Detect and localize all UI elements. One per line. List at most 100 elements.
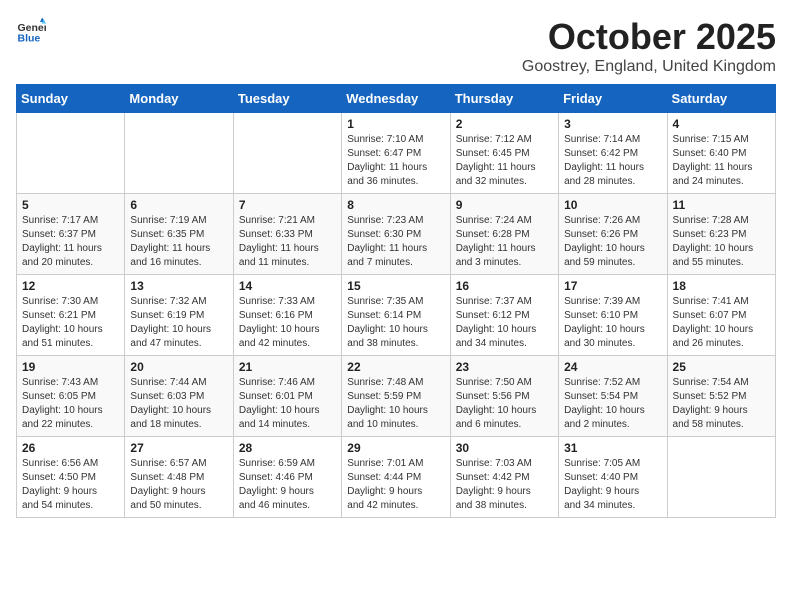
day-number: 12 <box>22 279 119 293</box>
day-number: 6 <box>130 198 227 212</box>
calendar-cell: 22 Sunrise: 7:48 AM Sunset: 5:59 PM Dayli… <box>342 356 450 437</box>
day-info: Sunrise: 7:46 AM Sunset: 6:01 PM Dayligh… <box>239 376 336 432</box>
day-number: 30 <box>456 441 553 455</box>
day-number: 10 <box>564 198 661 212</box>
calendar-cell: 4Sunrise: 7:15 AM Sunset: 6:40 PM Daylig… <box>667 113 775 194</box>
week-row-2: 5 Sunrise: 7:17 AM Sunset: 6:37 PM Daylig… <box>17 194 776 275</box>
calendar-cell: 9Sunrise: 7:24 AM Sunset: 6:28 PM Daylig… <box>450 194 558 275</box>
day-info: Sunrise: 7:54 AM Sunset: 5:52 PM Dayligh… <box>673 376 770 432</box>
day-info: Sunrise: 7:43 AM Sunset: 6:05 PM Dayligh… <box>22 376 119 432</box>
calendar-cell: 19 Sunrise: 7:43 AM Sunset: 6:05 PM Dayli… <box>17 356 125 437</box>
day-info: Sunrise: 7:50 AM Sunset: 5:56 PM Dayligh… <box>456 376 553 432</box>
day-number: 16 <box>456 279 553 293</box>
calendar-cell: 17 Sunrise: 7:39 AM Sunset: 6:10 PM Dayli… <box>559 275 667 356</box>
day-number: 13 <box>130 279 227 293</box>
day-number: 8 <box>347 198 444 212</box>
day-number: 31 <box>564 441 661 455</box>
calendar-cell: 1 Sunrise: 7:10 AM Sunset: 6:47 PM Daylig… <box>342 113 450 194</box>
day-info: Sunrise: 7:37 AM Sunset: 6:12 PM Dayligh… <box>456 295 553 351</box>
logo: General Blue <box>16 16 46 46</box>
calendar-cell: 30 Sunrise: 7:03 AM Sunset: 4:42 PM Dayli… <box>450 437 558 518</box>
day-info: Sunrise: 7:52 AM Sunset: 5:54 PM Dayligh… <box>564 376 661 432</box>
day-info: Sunrise: 7:17 AM Sunset: 6:37 PM Dayligh… <box>22 214 119 270</box>
day-number: 21 <box>239 360 336 374</box>
day-number: 20 <box>130 360 227 374</box>
calendar-cell: 5 Sunrise: 7:17 AM Sunset: 6:37 PM Daylig… <box>17 194 125 275</box>
calendar-cell: 23 Sunrise: 7:50 AM Sunset: 5:56 PM Dayli… <box>450 356 558 437</box>
day-info: Sunrise: 6:59 AM Sunset: 4:46 PM Dayligh… <box>239 457 336 513</box>
day-number: 23 <box>456 360 553 374</box>
location-title: Goostrey, England, United Kingdom <box>522 58 776 76</box>
day-header-tuesday: Tuesday <box>233 85 341 113</box>
calendar-cell: 13Sunrise: 7:32 AM Sunset: 6:19 PM Dayli… <box>125 275 233 356</box>
title-area: October 2025 Goostrey, England, United K… <box>522 16 776 76</box>
day-info: Sunrise: 7:03 AM Sunset: 4:42 PM Dayligh… <box>456 457 553 513</box>
calendar-cell: 25 Sunrise: 7:54 AM Sunset: 5:52 PM Dayli… <box>667 356 775 437</box>
calendar-cell: 11Sunrise: 7:28 AM Sunset: 6:23 PM Dayli… <box>667 194 775 275</box>
calendar-cell: 14Sunrise: 7:33 AM Sunset: 6:16 PM Dayli… <box>233 275 341 356</box>
days-header-row: SundayMondayTuesdayWednesdayThursdayFrid… <box>17 85 776 113</box>
day-info: Sunrise: 7:14 AM Sunset: 6:42 PM Dayligh… <box>564 133 661 189</box>
day-header-saturday: Saturday <box>667 85 775 113</box>
calendar-cell: 29Sunrise: 7:01 AM Sunset: 4:44 PM Dayli… <box>342 437 450 518</box>
calendar-cell: 12Sunrise: 7:30 AM Sunset: 6:21 PM Dayli… <box>17 275 125 356</box>
day-info: Sunrise: 6:57 AM Sunset: 4:48 PM Dayligh… <box>130 457 227 513</box>
day-number: 25 <box>673 360 770 374</box>
calendar-table: SundayMondayTuesdayWednesdayThursdayFrid… <box>16 84 776 518</box>
day-number: 18 <box>673 279 770 293</box>
day-number: 17 <box>564 279 661 293</box>
day-number: 14 <box>239 279 336 293</box>
calendar-cell: 18Sunrise: 7:41 AM Sunset: 6:07 PM Dayli… <box>667 275 775 356</box>
day-number: 29 <box>347 441 444 455</box>
day-number: 2 <box>456 117 553 131</box>
day-info: Sunrise: 7:19 AM Sunset: 6:35 PM Dayligh… <box>130 214 227 270</box>
day-header-monday: Monday <box>125 85 233 113</box>
calendar-cell: 31 Sunrise: 7:05 AM Sunset: 4:40 PM Dayli… <box>559 437 667 518</box>
calendar-cell: 6 Sunrise: 7:19 AM Sunset: 6:35 PM Daylig… <box>125 194 233 275</box>
svg-text:Blue: Blue <box>18 33 41 45</box>
calendar-cell: 3Sunrise: 7:14 AM Sunset: 6:42 PM Daylig… <box>559 113 667 194</box>
day-number: 19 <box>22 360 119 374</box>
day-info: Sunrise: 6:56 AM Sunset: 4:50 PM Dayligh… <box>22 457 119 513</box>
day-info: Sunrise: 7:21 AM Sunset: 6:33 PM Dayligh… <box>239 214 336 270</box>
calendar-cell: 26Sunrise: 6:56 AM Sunset: 4:50 PM Dayli… <box>17 437 125 518</box>
month-title: October 2025 <box>522 16 776 58</box>
day-info: Sunrise: 7:48 AM Sunset: 5:59 PM Dayligh… <box>347 376 444 432</box>
calendar-cell: 10Sunrise: 7:26 AM Sunset: 6:26 PM Dayli… <box>559 194 667 275</box>
day-header-friday: Friday <box>559 85 667 113</box>
day-info: Sunrise: 7:05 AM Sunset: 4:40 PM Dayligh… <box>564 457 661 513</box>
calendar-cell: 21 Sunrise: 7:46 AM Sunset: 6:01 PM Dayli… <box>233 356 341 437</box>
calendar-cell <box>17 113 125 194</box>
day-number: 22 <box>347 360 444 374</box>
day-info: Sunrise: 7:10 AM Sunset: 6:47 PM Dayligh… <box>347 133 444 189</box>
day-header-thursday: Thursday <box>450 85 558 113</box>
day-info: Sunrise: 7:35 AM Sunset: 6:14 PM Dayligh… <box>347 295 444 351</box>
day-info: Sunrise: 7:44 AM Sunset: 6:03 PM Dayligh… <box>130 376 227 432</box>
day-header-wednesday: Wednesday <box>342 85 450 113</box>
calendar-cell: 27 Sunrise: 6:57 AM Sunset: 4:48 PM Dayli… <box>125 437 233 518</box>
week-row-5: 26Sunrise: 6:56 AM Sunset: 4:50 PM Dayli… <box>17 437 776 518</box>
day-number: 15 <box>347 279 444 293</box>
calendar-cell: 16 Sunrise: 7:37 AM Sunset: 6:12 PM Dayli… <box>450 275 558 356</box>
day-info: Sunrise: 7:24 AM Sunset: 6:28 PM Dayligh… <box>456 214 553 270</box>
calendar-cell: 7 Sunrise: 7:21 AM Sunset: 6:33 PM Daylig… <box>233 194 341 275</box>
calendar-cell <box>667 437 775 518</box>
calendar-cell: 24 Sunrise: 7:52 AM Sunset: 5:54 PM Dayli… <box>559 356 667 437</box>
day-number: 5 <box>22 198 119 212</box>
day-info: Sunrise: 7:39 AM Sunset: 6:10 PM Dayligh… <box>564 295 661 351</box>
calendar-cell: 20 Sunrise: 7:44 AM Sunset: 6:03 PM Dayli… <box>125 356 233 437</box>
calendar-cell: 8Sunrise: 7:23 AM Sunset: 6:30 PM Daylig… <box>342 194 450 275</box>
day-info: Sunrise: 7:15 AM Sunset: 6:40 PM Dayligh… <box>673 133 770 189</box>
day-number: 7 <box>239 198 336 212</box>
day-number: 27 <box>130 441 227 455</box>
calendar-cell: 28 Sunrise: 6:59 AM Sunset: 4:46 PM Dayli… <box>233 437 341 518</box>
day-number: 24 <box>564 360 661 374</box>
page-header: General Blue October 2025 Goostrey, Engl… <box>16 16 776 76</box>
calendar-cell: 2Sunrise: 7:12 AM Sunset: 6:45 PM Daylig… <box>450 113 558 194</box>
day-number: 1 <box>347 117 444 131</box>
day-number: 28 <box>239 441 336 455</box>
week-row-3: 12Sunrise: 7:30 AM Sunset: 6:21 PM Dayli… <box>17 275 776 356</box>
week-row-1: 1 Sunrise: 7:10 AM Sunset: 6:47 PM Daylig… <box>17 113 776 194</box>
calendar-cell: 15 Sunrise: 7:35 AM Sunset: 6:14 PM Dayli… <box>342 275 450 356</box>
calendar-cell <box>125 113 233 194</box>
